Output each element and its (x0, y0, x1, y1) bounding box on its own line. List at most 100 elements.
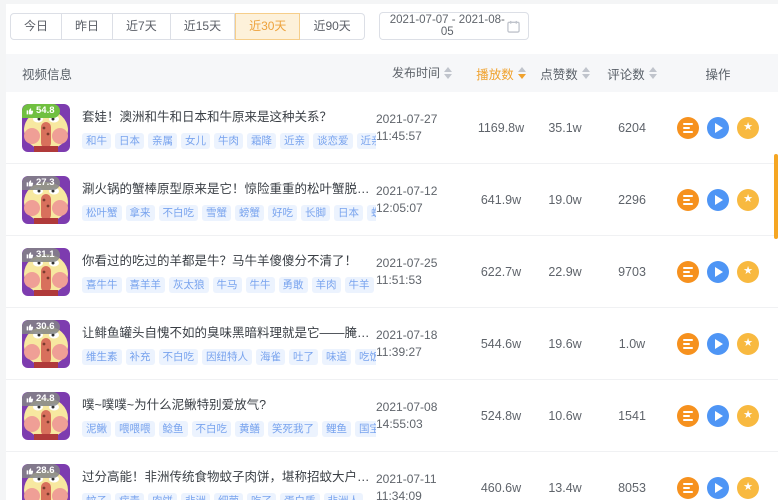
thumb-up-icon (26, 323, 34, 331)
video-tag[interactable]: 好吃 (268, 205, 297, 221)
sort-caret-icon[interactable] (582, 67, 590, 79)
favorite-button[interactable]: ★ (737, 477, 759, 499)
play-video-button[interactable] (707, 333, 729, 355)
video-tag[interactable]: 女儿 (181, 133, 210, 149)
video-tag[interactable]: 病毒 (115, 493, 144, 500)
data-analysis-button[interactable] (677, 477, 699, 499)
play-video-button[interactable] (707, 477, 729, 499)
favorite-button[interactable]: ★ (737, 405, 759, 427)
data-analysis-button[interactable] (677, 405, 699, 427)
video-thumbnail[interactable]: 30.6 (22, 320, 70, 368)
video-title[interactable]: 让鲱鱼罐头自愧不如的臭味黑暗料理就是它——腌海雀！ (82, 322, 376, 341)
col-header-comment-count[interactable]: 评论数 (596, 64, 668, 83)
vertical-scrollbar[interactable] (774, 154, 778, 239)
data-analysis-button[interactable] (677, 261, 699, 283)
video-info-cell: 31.1 你看过的吃过的羊都是牛？马牛羊傻傻分不清了！ 喜牛牛喜羊羊灰太狼牛马牛… (22, 248, 376, 296)
play-video-button[interactable] (707, 117, 729, 139)
video-tag[interactable]: 和牛 (82, 133, 111, 149)
video-tag[interactable]: 拿来 (126, 205, 155, 221)
video-tag[interactable]: 吐了 (289, 349, 318, 365)
video-tag[interactable]: 黄鳝 (235, 421, 264, 437)
col-header-play-count[interactable]: 播放数 (468, 64, 534, 83)
sort-caret-icon-active[interactable] (518, 67, 526, 79)
video-title[interactable]: 噗~噗噗~为什么泥鳅特别爱放气? (82, 394, 376, 413)
play-count-value: 622.7w (468, 265, 534, 279)
video-tag[interactable]: 近亲 (280, 133, 309, 149)
video-tag[interactable]: 鲤鱼 (322, 421, 351, 437)
video-tag[interactable]: 勇敢 (279, 277, 308, 293)
video-tag[interactable]: 日本 (115, 133, 144, 149)
video-tag[interactable]: 不白吃 (159, 349, 199, 365)
video-tag[interactable]: 羊肉 (312, 277, 341, 293)
favorite-button[interactable]: ★ (737, 333, 759, 355)
filter-button-3[interactable]: 近15天 (171, 13, 235, 40)
video-tag[interactable]: 蜘蛛蟹 (367, 205, 376, 221)
video-tag[interactable]: 海雀 (256, 349, 285, 365)
filter-button-5[interactable]: 近90天 (300, 13, 364, 40)
video-tag[interactable]: 牛牛 (246, 277, 275, 293)
video-tag[interactable]: 因纽特人 (202, 349, 252, 365)
video-tag[interactable]: 喜羊羊 (126, 277, 166, 293)
filter-button-2[interactable]: 近7天 (113, 13, 171, 40)
video-tag[interactable]: 吃饭 (355, 349, 376, 365)
video-tag[interactable]: 蚊子 (82, 493, 111, 500)
video-tag[interactable]: 不白吃 (192, 421, 232, 437)
data-analysis-button[interactable] (677, 333, 699, 355)
video-title[interactable]: 你看过的吃过的羊都是牛？马牛羊傻傻分不清了！ (82, 250, 376, 269)
favorite-button[interactable]: ★ (737, 261, 759, 283)
col-header-publish-time[interactable]: 发布时间 (376, 65, 468, 82)
video-tag[interactable]: 非洲 (181, 493, 210, 500)
video-thumbnail[interactable]: 54.8 (22, 104, 70, 152)
video-title[interactable]: 过分高能！非洲传统食物蚊子肉饼，堪称招蚊大户的翻身菜！ (82, 466, 376, 485)
video-thumbnail[interactable]: 28.6 (22, 464, 70, 500)
sort-caret-icon[interactable] (444, 67, 452, 79)
data-analysis-button[interactable] (677, 117, 699, 139)
filter-button-0[interactable]: 今日 (10, 13, 62, 40)
video-tag[interactable]: 国宝 (355, 421, 376, 437)
video-tag[interactable]: 吃了 (247, 493, 276, 500)
video-tag[interactable]: 不白吃 (159, 205, 199, 221)
video-tag[interactable]: 灰太狼 (169, 277, 209, 293)
col-header-like-count[interactable]: 点赞数 (534, 64, 596, 83)
video-tag[interactable]: 喜牛牛 (82, 277, 122, 293)
favorite-button[interactable]: ★ (737, 189, 759, 211)
tag-list: 喜牛牛喜羊羊灰太狼牛马牛牛勇敢羊肉牛羊 (82, 277, 376, 293)
video-tag[interactable]: 味道 (322, 349, 351, 365)
video-tag[interactable]: 近亲结婚 (357, 133, 377, 149)
video-title[interactable]: 套娃！澳洲和牛和日本和牛原来是这种关系？ (82, 106, 376, 125)
video-tag[interactable]: 霜降 (247, 133, 276, 149)
video-tag[interactable]: 谈恋爱 (313, 133, 353, 149)
video-tag[interactable]: 雪蟹 (202, 205, 231, 221)
video-tag[interactable]: 泥鳅 (82, 421, 111, 437)
video-thumbnail[interactable]: 31.1 (22, 248, 70, 296)
video-tag[interactable]: 亲属 (148, 133, 177, 149)
video-tag[interactable]: 非洲人 (324, 493, 364, 500)
play-video-button[interactable] (707, 189, 729, 211)
filter-button-1[interactable]: 昨日 (62, 13, 113, 40)
sort-caret-icon[interactable] (649, 67, 657, 79)
filter-button-4[interactable]: 近30天 (235, 13, 300, 40)
video-tag[interactable]: 蛋白质 (280, 493, 320, 500)
video-thumbnail[interactable]: 27.3 (22, 176, 70, 224)
video-tag[interactable]: 长脚 (301, 205, 330, 221)
video-tag[interactable]: 肉饼 (148, 493, 177, 500)
video-tag[interactable]: 日本 (334, 205, 363, 221)
video-tag[interactable]: 牛羊 (345, 277, 374, 293)
video-tag[interactable]: 补充 (126, 349, 155, 365)
video-tag[interactable]: 喂喂喂 (115, 421, 155, 437)
video-tag[interactable]: 牛肉 (214, 133, 243, 149)
video-tag[interactable]: 牛马 (213, 277, 242, 293)
play-video-button[interactable] (707, 405, 729, 427)
date-range-picker[interactable]: 2021-07-07 - 2021-08-05 (379, 12, 529, 40)
video-tag[interactable]: 松叶蟹 (82, 205, 122, 221)
video-tag[interactable]: 细菌 (214, 493, 243, 500)
video-title[interactable]: 涮火锅的蟹棒原型原来是它！惊险重重的松叶蟹脱壳之旅~ (82, 178, 376, 197)
video-tag[interactable]: 螃蟹 (235, 205, 264, 221)
favorite-button[interactable]: ★ (737, 117, 759, 139)
video-thumbnail[interactable]: 24.8 (22, 392, 70, 440)
video-tag[interactable]: 笑死我了 (268, 421, 318, 437)
video-tag[interactable]: 维生素 (82, 349, 122, 365)
data-analysis-button[interactable] (677, 189, 699, 211)
play-video-button[interactable] (707, 261, 729, 283)
video-tag[interactable]: 鲶鱼 (159, 421, 188, 437)
